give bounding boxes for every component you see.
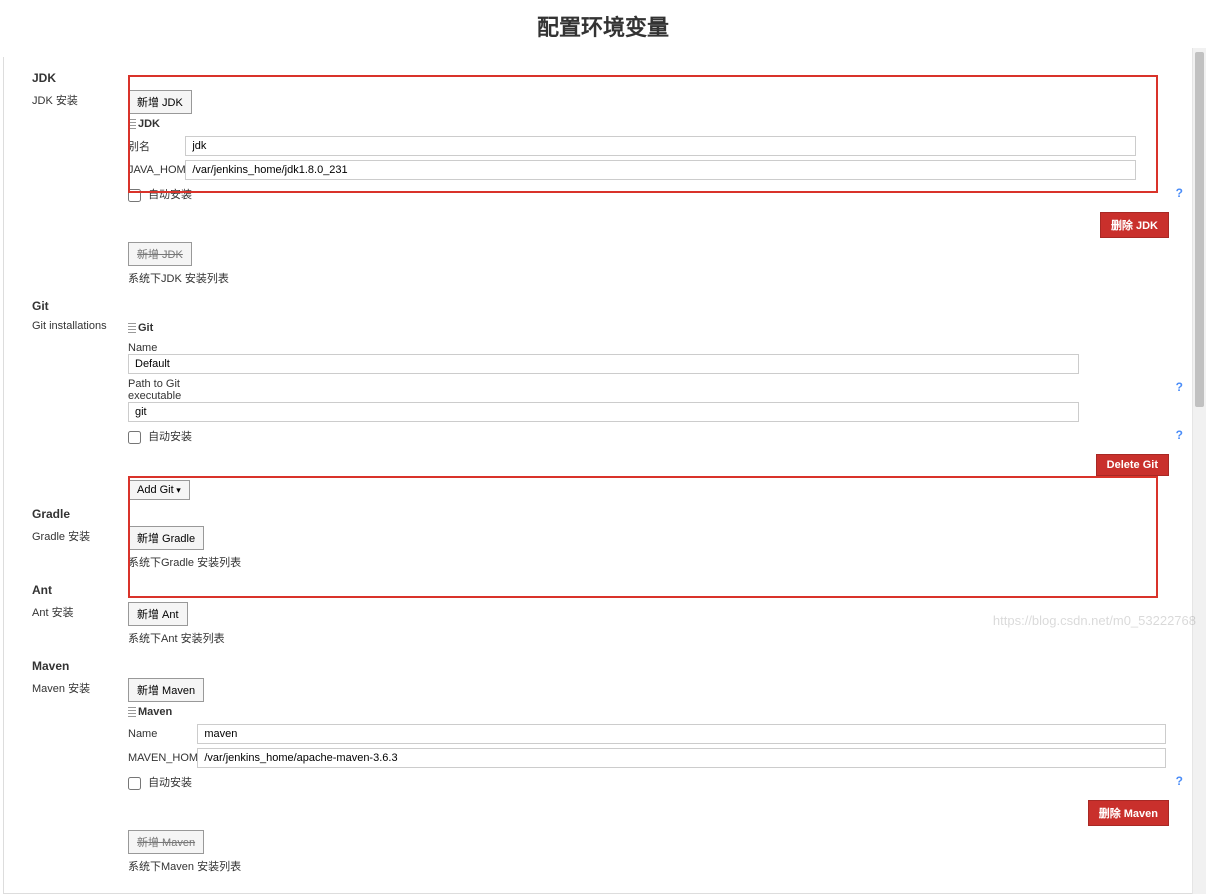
maven-home-label: MAVEN_HOME	[128, 752, 194, 764]
jdk-header: JDK	[32, 67, 1169, 87]
add-git-button[interactable]: Add Git	[128, 480, 190, 500]
git-path-label: Path to Git executable	[128, 378, 216, 402]
jdk-home-label: JAVA_HOME	[128, 164, 182, 176]
gradle-header: Gradle	[32, 503, 1169, 523]
add-ant-button[interactable]: 新增 Ant	[128, 602, 188, 626]
gradle-list-desc: 系统下Gradle 安装列表	[128, 552, 1169, 578]
delete-jdk-button[interactable]: 删除 JDK	[1100, 212, 1169, 238]
add-jdk-button[interactable]: 新增 JDK	[128, 90, 192, 114]
git-path-input[interactable]	[128, 402, 1079, 422]
maven-name-input[interactable]	[197, 724, 1166, 744]
help-icon[interactable]: ?	[1176, 774, 1183, 788]
maven-auto-install-checkbox[interactable]	[128, 777, 141, 790]
drag-icon[interactable]	[128, 707, 136, 717]
git-auto-install-label: 自动安装	[148, 431, 192, 443]
config-panel: JDK JDK 安装 新增 JDK JDK 别名 JAVA_HOME 自动安装 …	[3, 57, 1194, 894]
maven-install-label: Maven 安装	[32, 676, 128, 696]
jdk-alias-label: 别名	[128, 138, 182, 154]
delete-maven-button[interactable]: 删除 Maven	[1088, 800, 1169, 826]
jdk-list-desc: 系统下JDK 安装列表	[128, 268, 1169, 294]
gradle-install-label: Gradle 安装	[32, 524, 128, 544]
git-name-input[interactable]	[128, 354, 1079, 374]
help-icon[interactable]: ?	[1176, 380, 1183, 394]
maven-list-desc: 系统下Maven 安装列表	[128, 856, 1169, 882]
help-icon[interactable]: ?	[1176, 428, 1183, 442]
maven-tool-title: Maven	[138, 706, 172, 718]
git-auto-install-checkbox[interactable]	[128, 431, 141, 444]
ant-list-desc: 系统下Ant 安装列表	[128, 628, 1169, 654]
ant-header: Ant	[32, 579, 1169, 599]
scrollbar[interactable]	[1192, 48, 1206, 894]
jdk-install-label: JDK 安装	[32, 88, 128, 108]
page-title: 配置环境变量	[0, 0, 1206, 57]
drag-icon[interactable]	[128, 119, 136, 129]
help-icon[interactable]: ?	[1176, 186, 1183, 200]
jdk-tool-title: JDK	[138, 118, 160, 130]
jdk-auto-install-checkbox[interactable]	[128, 189, 141, 202]
drag-icon[interactable]	[128, 323, 136, 333]
jdk-auto-install-label: 自动安装	[148, 189, 192, 201]
jdk-home-input[interactable]	[185, 160, 1136, 180]
add-maven-button-2[interactable]: 新增 Maven	[128, 830, 204, 854]
add-jdk-button-2[interactable]: 新增 JDK	[128, 242, 192, 266]
maven-auto-install-label: 自动安装	[148, 777, 192, 789]
scrollbar-thumb[interactable]	[1195, 52, 1204, 407]
delete-git-button[interactable]: Delete Git	[1096, 454, 1169, 476]
jdk-alias-input[interactable]	[185, 136, 1136, 156]
ant-install-label: Ant 安装	[32, 600, 128, 620]
maven-header: Maven	[32, 655, 1169, 675]
git-header: Git	[32, 295, 1169, 315]
git-install-label: Git installations	[32, 316, 128, 332]
git-tool-title: Git	[138, 322, 153, 334]
git-name-label: Name	[128, 342, 216, 354]
maven-name-label: Name	[128, 728, 194, 740]
maven-home-input[interactable]	[197, 748, 1166, 768]
add-maven-button[interactable]: 新增 Maven	[128, 678, 204, 702]
add-gradle-button[interactable]: 新增 Gradle	[128, 526, 204, 550]
